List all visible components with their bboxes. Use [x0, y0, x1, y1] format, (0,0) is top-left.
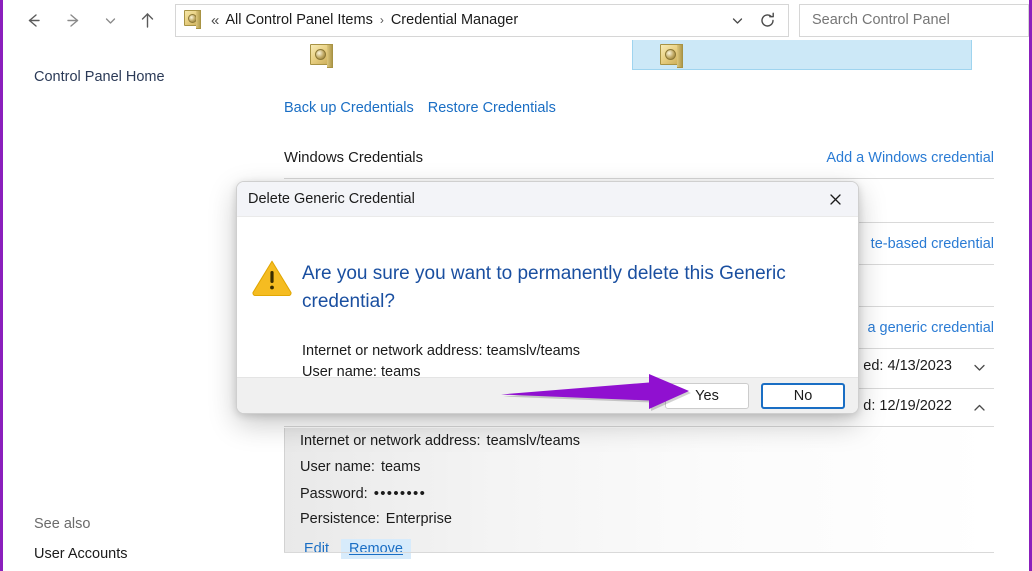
detail-persistence-row: Persistence: Enterprise [300, 511, 452, 527]
restore-credentials-link[interactable]: Restore Credentials [428, 100, 556, 116]
dialog-detail-address: Internet or network address: teamslv/tea… [302, 343, 581, 359]
section-title: Windows Credentials [284, 150, 423, 166]
search-control-panel-input[interactable]: Search Control Panel [799, 3, 1029, 37]
back-up-credentials-link[interactable]: Back up Credentials [284, 100, 414, 116]
credential-detail-actions: Edit Remove [300, 539, 411, 559]
chevron-down-icon[interactable] [971, 359, 988, 381]
detail-password-value: •••••••• [373, 485, 427, 502]
close-icon[interactable] [812, 182, 858, 217]
detail-password-label: Password: [300, 486, 368, 502]
control-panel-window: « All Control Panel Items › Credential M… [0, 0, 1032, 571]
credential-detail-panel: Internet or network address: teamslv/team… [284, 428, 994, 559]
vault-icon [184, 10, 204, 30]
detail-username-row: User name: teams [300, 459, 420, 475]
breadcrumb-overflow-chevrons[interactable]: « [211, 12, 219, 29]
breadcrumb-item-all-control-panel-items[interactable]: All Control Panel Items [225, 12, 372, 28]
chevron-down-icon [105, 17, 115, 24]
divider [284, 552, 994, 553]
chevron-down-icon [732, 17, 742, 24]
arrow-right-icon [66, 13, 78, 27]
dialog-heading: Are you sure you want to permanently del… [302, 263, 786, 312]
detail-username-label: User name: [300, 459, 375, 475]
windows-credentials-selected-tile[interactable] [632, 40, 972, 70]
window-toolbar: « All Control Panel Items › Credential M… [3, 0, 1029, 40]
add-a-certificate-based-credential-link[interactable]: te-based credential [871, 236, 994, 252]
dialog-body: Are you sure you want to permanently del… [237, 217, 858, 380]
sidebar: Control Panel Home See also User Account… [3, 40, 232, 568]
dialog-footer: Yes No [237, 377, 858, 413]
warning-triangle-icon [251, 258, 293, 297]
arrow-up-icon [141, 12, 153, 28]
section-windows-credentials: Windows Credentials Add a Windows creden… [284, 150, 994, 176]
up-button[interactable] [127, 3, 167, 37]
search-placeholder: Search Control Panel [812, 12, 950, 28]
refresh-icon [760, 12, 774, 27]
credential-type-icons-row [232, 40, 1029, 75]
detail-persistence-label: Persistence: [300, 511, 380, 527]
chevron-up-icon[interactable] [971, 399, 988, 421]
yes-button[interactable]: Yes [665, 382, 749, 409]
vault-icon [660, 44, 683, 68]
divider [284, 178, 994, 179]
no-button[interactable]: No [761, 382, 845, 409]
add-a-generic-credential-link[interactable]: a generic credential [867, 320, 994, 336]
detail-username-value: teams [380, 459, 421, 475]
breadcrumb-separator-icon: › [379, 13, 384, 27]
edit-link[interactable]: Edit [300, 539, 333, 559]
detail-persistence-value: Enterprise [385, 511, 452, 527]
navigation-buttons [3, 3, 167, 37]
detail-address-value: teamslv/teams [486, 433, 581, 449]
recent-locations-button[interactable] [93, 3, 127, 37]
detail-password-row: Password: •••••••• [300, 485, 426, 502]
remove-link[interactable]: Remove [341, 539, 411, 559]
forward-button[interactable] [53, 3, 93, 37]
sidebar-item-user-accounts[interactable]: User Accounts [34, 546, 128, 562]
dialog-title-bar: Delete Generic Credential [237, 182, 858, 217]
vault-icon [310, 44, 333, 68]
sidebar-see-also-label: See also [34, 516, 91, 532]
back-button[interactable] [13, 3, 53, 37]
sidebar-item-control-panel-home[interactable]: Control Panel Home [34, 69, 165, 85]
address-dropdown-button[interactable] [722, 6, 752, 34]
arrow-left-icon [28, 13, 40, 27]
credential-backup-links: Back up Credentials Restore Credentials [284, 100, 556, 116]
add-a-windows-credential-link[interactable]: Add a Windows credential [826, 150, 994, 166]
credential-modified-date: d: 12/19/2022 [863, 398, 952, 414]
breadcrumb-item-credential-manager[interactable]: Credential Manager [391, 12, 518, 28]
refresh-button[interactable] [752, 6, 782, 34]
credential-modified-date: ed: 4/13/2023 [863, 358, 952, 374]
address-bar[interactable]: « All Control Panel Items › Credential M… [175, 3, 789, 37]
dialog-title: Delete Generic Credential [248, 191, 415, 207]
detail-address-row: Internet or network address: teamslv/team… [300, 433, 580, 449]
detail-address-label: Internet or network address: [300, 433, 481, 449]
delete-generic-credential-dialog: Delete Generic Credential Are you sure y… [236, 181, 859, 414]
